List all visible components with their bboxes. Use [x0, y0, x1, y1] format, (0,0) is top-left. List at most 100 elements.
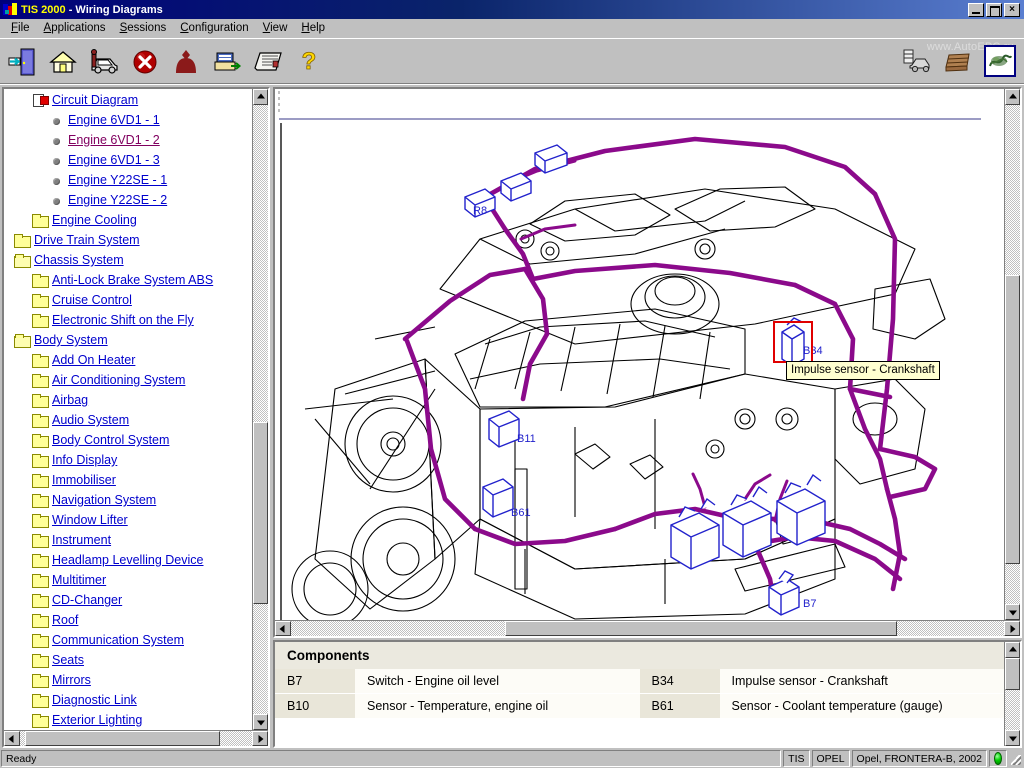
home-icon[interactable] — [47, 46, 79, 78]
sidebar-item-label[interactable]: Headlamp Levelling Device — [52, 553, 203, 567]
sidebar-item-engine-6vd1-1[interactable]: Engine 6VD1 - 1 — [4, 110, 252, 130]
sidebar-item-body-control-system[interactable]: Body Control System — [4, 430, 252, 450]
sidebar-item-label[interactable]: Roof — [52, 613, 78, 627]
diagram-scroll-down-button[interactable] — [1005, 604, 1020, 620]
sidebar-item-exterior-lighting[interactable]: Exterior Lighting — [4, 710, 252, 730]
person-icon[interactable] — [170, 46, 202, 78]
sidebar-item-label[interactable]: Body System — [34, 333, 108, 347]
wiring-diagram-icon[interactable] — [984, 45, 1016, 77]
sidebar-item-label[interactable]: Air Conditioning System — [52, 373, 185, 387]
sidebar-item-air-conditioning-system[interactable]: Air Conditioning System — [4, 370, 252, 390]
sidebar-item-body-system[interactable]: Body System — [4, 330, 252, 350]
sidebar-item-engine-6vd1-3[interactable]: Engine 6VD1 - 3 — [4, 150, 252, 170]
diagram-hscroll-left-button[interactable] — [275, 621, 291, 636]
sidebar-item-headlamp-levelling-device[interactable]: Headlamp Levelling Device — [4, 550, 252, 570]
sidebar-item-mirrors[interactable]: Mirrors — [4, 670, 252, 690]
diagram-scroll-up-button[interactable] — [1005, 89, 1020, 105]
sidebar-item-navigation-system[interactable]: Navigation System — [4, 490, 252, 510]
menu-item-configuration[interactable]: Configuration — [173, 20, 255, 36]
print-icon[interactable] — [211, 46, 243, 78]
sidebar-horizontal-scrollbar[interactable] — [4, 730, 268, 746]
sidebar-item-multitimer[interactable]: Multitimer — [4, 570, 252, 590]
sidebar-item-label[interactable]: Airbag — [52, 393, 88, 407]
sidebar-item-add-on-heater[interactable]: Add On Heater — [4, 350, 252, 370]
components-scroll-up-button[interactable] — [1005, 642, 1020, 658]
sidebar-item-electronic-shift-on-the-fly[interactable]: Electronic Shift on the Fly — [4, 310, 252, 330]
sidebar-hscroll-left-button[interactable] — [4, 731, 20, 746]
sidebar-item-label[interactable]: Mirrors — [52, 673, 91, 687]
help-icon[interactable]: ? — [293, 46, 325, 78]
resize-grip[interactable] — [1009, 750, 1023, 767]
maximize-button[interactable] — [986, 2, 1002, 17]
sidebar-item-label[interactable]: Engine Cooling — [52, 213, 137, 227]
sidebar-item-label[interactable]: Window Lifter — [52, 513, 128, 527]
components-vertical-scrollbar[interactable] — [1004, 642, 1020, 746]
sidebar-item-roof[interactable]: Roof — [4, 610, 252, 630]
sidebar-item-label[interactable]: Communication System — [52, 633, 184, 647]
sidebar-hscroll-thumb[interactable] — [24, 731, 220, 746]
close-button[interactable]: × — [1004, 2, 1020, 17]
sidebar-item-seats[interactable]: Seats — [4, 650, 252, 670]
sidebar-item-label[interactable]: Chassis System — [34, 253, 124, 267]
sidebar-item-info-display[interactable]: Info Display — [4, 450, 252, 470]
navigation-tree[interactable]: Circuit Diagram Engine 6VD1 - 1 Engine 6VD… — [4, 89, 252, 730]
minimize-button[interactable] — [968, 2, 984, 17]
sidebar-item-immobiliser[interactable]: Immobiliser — [4, 470, 252, 490]
cancel-icon[interactable] — [129, 46, 161, 78]
diagram-scroll-thumb[interactable] — [1005, 274, 1020, 565]
vehicle-lift-icon[interactable] — [900, 45, 932, 77]
sidebar-item-label[interactable]: CD-Changer — [52, 593, 122, 607]
menu-item-sessions[interactable]: Sessions — [113, 20, 174, 36]
books-icon[interactable] — [942, 45, 974, 77]
menu-item-view[interactable]: View — [256, 20, 295, 36]
sidebar-item-label[interactable]: Exterior Lighting — [52, 713, 142, 727]
sidebar-scroll-track[interactable] — [253, 105, 268, 714]
sidebar-item-label[interactable]: Circuit Diagram — [52, 93, 138, 107]
exit-icon[interactable] — [6, 46, 38, 78]
vehicle-icon[interactable] — [88, 46, 120, 78]
sidebar-item-communication-system[interactable]: Communication System — [4, 630, 252, 650]
sidebar-item-label[interactable]: Navigation System — [52, 493, 156, 507]
sidebar-item-drive-train-system[interactable]: Drive Train System — [4, 230, 252, 250]
menu-item-file[interactable]: File — [4, 20, 37, 36]
sidebar-vertical-scrollbar[interactable] — [252, 89, 268, 730]
sidebar-item-window-lifter[interactable]: Window Lifter — [4, 510, 252, 530]
sidebar-item-label[interactable]: Audio System — [52, 413, 129, 427]
sidebar-item-label[interactable]: Info Display — [52, 453, 117, 467]
wiring-diagram-canvas[interactable]: R8 B11 B61 B34 B7 Impulse sensor - Crank… — [275, 89, 1004, 620]
sidebar-item-label[interactable]: Engine 6VD1 - 3 — [68, 153, 160, 167]
sidebar-item-label[interactable]: Drive Train System — [34, 233, 140, 247]
sidebar-scroll-down-button[interactable] — [253, 714, 268, 730]
sidebar-item-chassis-system[interactable]: Chassis System — [4, 250, 252, 270]
sidebar-item-airbag[interactable]: Airbag — [4, 390, 252, 410]
sidebar-item-label[interactable]: Instrument — [52, 533, 111, 547]
sidebar-scroll-thumb[interactable] — [253, 421, 268, 605]
news-icon[interactable] — [252, 46, 284, 78]
diagram-scroll-track[interactable] — [1005, 105, 1020, 604]
sidebar-item-label[interactable]: Electronic Shift on the Fly — [52, 313, 194, 327]
table-row[interactable]: B7 Switch - Engine oil level B34 Impulse se… — [275, 669, 1004, 694]
sidebar-item-label[interactable]: Immobiliser — [52, 473, 116, 487]
sidebar-hscroll-right-button[interactable] — [252, 731, 268, 746]
sidebar-item-engine-6vd1-2[interactable]: Engine 6VD1 - 2 — [4, 130, 252, 150]
menu-item-applications[interactable]: Applications — [37, 20, 113, 36]
sidebar-item-cruise-control[interactable]: Cruise Control — [4, 290, 252, 310]
components-scroll-thumb[interactable] — [1005, 658, 1020, 691]
sidebar-item-label[interactable]: Add On Heater — [52, 353, 135, 367]
components-scroll-track[interactable] — [1005, 658, 1020, 730]
sidebar-item-cd-changer[interactable]: CD-Changer — [4, 590, 252, 610]
components-scroll-down-button[interactable] — [1005, 730, 1020, 746]
table-row[interactable]: B10 Sensor - Temperature, engine oil B61 Se… — [275, 693, 1004, 719]
sidebar-item-label[interactable]: Engine 6VD1 - 1 — [68, 113, 160, 127]
diagram-hscroll-right-button[interactable] — [1004, 621, 1020, 636]
sidebar-item-label[interactable]: Engine Y22SE - 1 — [68, 173, 167, 187]
sidebar-item-label[interactable]: Engine Y22SE - 2 — [68, 193, 167, 207]
sidebar-item-audio-system[interactable]: Audio System — [4, 410, 252, 430]
sidebar-hscroll-track[interactable] — [20, 731, 252, 746]
diagram-vertical-scrollbar[interactable] — [1004, 89, 1020, 620]
diagram-hscroll-track[interactable] — [291, 621, 1004, 636]
sidebar-item-engine-cooling[interactable]: Engine Cooling — [4, 210, 252, 230]
diagram-hscroll-thumb[interactable] — [504, 621, 898, 636]
sidebar-item-label[interactable]: Seats — [52, 653, 84, 667]
sidebar-item-label[interactable]: Cruise Control — [52, 293, 132, 307]
